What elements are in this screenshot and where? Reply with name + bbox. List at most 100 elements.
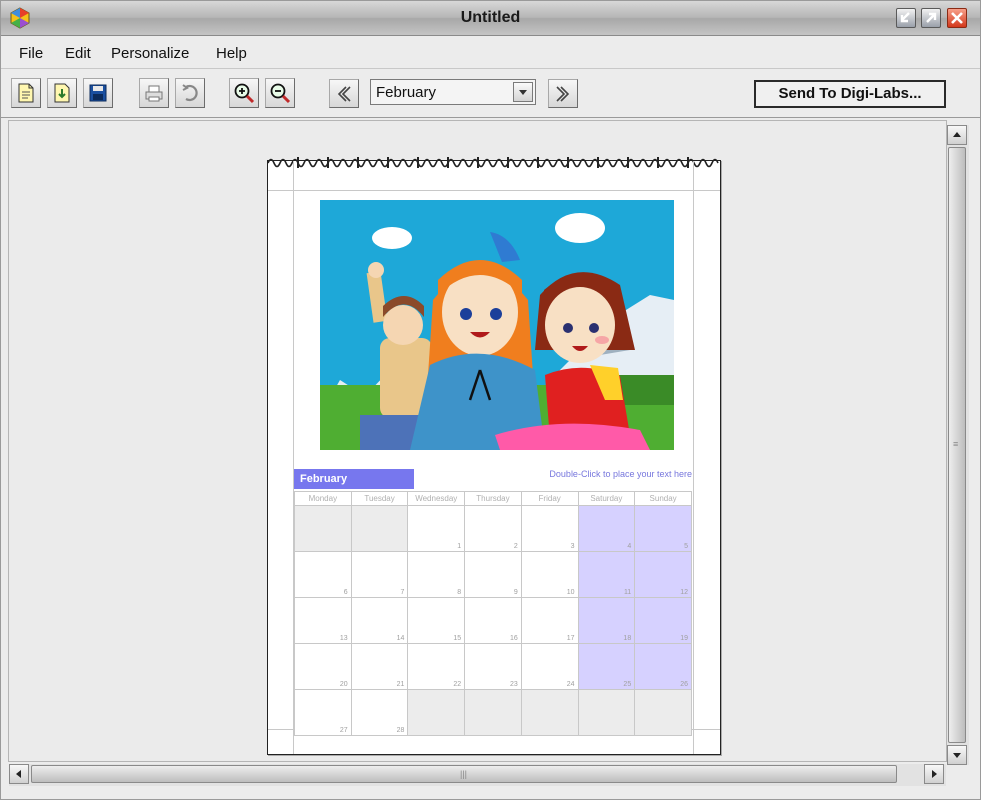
scroll-up-button[interactable] <box>947 125 967 145</box>
menu-edit[interactable]: Edit <box>65 45 91 62</box>
month-select[interactable]: February <box>370 79 536 105</box>
calendar-page[interactable]: February Double-Click to place your text… <box>267 157 721 755</box>
scroll-down-button[interactable] <box>947 745 967 765</box>
menu-personalize[interactable]: Personalize <box>111 45 189 62</box>
menu-help[interactable]: Help <box>216 45 247 62</box>
new-document-icon <box>18 83 34 103</box>
day-cell-weekend[interactable]: 25 <box>577 643 636 690</box>
day-cell[interactable]: 15 <box>407 597 466 644</box>
next-month-button[interactable] <box>548 79 578 108</box>
day-cell[interactable]: 13 <box>294 597 352 644</box>
day-cell[interactable]: 28 <box>350 689 409 736</box>
day-cell[interactable]: 10 <box>520 551 579 598</box>
minimize-icon <box>900 12 910 23</box>
title-bar: Untitled <box>1 1 980 36</box>
toolbar: February Send To Digi-Labs... <box>1 69 980 118</box>
arrow-down-icon <box>953 753 961 758</box>
day-cell[interactable]: 22 <box>407 643 466 690</box>
day-cell[interactable]: 8 <box>407 551 466 598</box>
chevron-down-icon <box>519 90 527 95</box>
cartoon-children-photo <box>320 200 674 450</box>
page-guide-right <box>693 161 694 754</box>
day-cell[interactable]: 9 <box>464 551 522 598</box>
print-icon <box>145 85 163 102</box>
vertical-scroll-thumb[interactable]: ≡ <box>948 147 966 743</box>
previous-month-button[interactable] <box>329 79 359 108</box>
month-select-value: February <box>376 84 437 101</box>
day-cell-weekend[interactable]: 4 <box>577 505 636 552</box>
day-cell[interactable]: 21 <box>350 643 409 690</box>
previous-month-icon <box>337 86 351 102</box>
day-cell-empty <box>464 689 522 736</box>
day-cell-empty <box>350 505 409 552</box>
day-cell-weekend[interactable]: 19 <box>634 597 692 644</box>
day-cell-empty <box>520 689 579 736</box>
zoom-in-button[interactable] <box>229 78 259 108</box>
menu-bar: File Edit Personalize Help <box>1 36 980 69</box>
weekday-header: Thursday <box>464 491 522 506</box>
minimize-button[interactable] <box>896 8 916 28</box>
day-cell-empty <box>294 505 352 552</box>
zoom-in-icon <box>234 83 255 104</box>
weekday-header: Saturday <box>577 491 636 506</box>
horizontal-scroll-thumb[interactable]: ||| <box>31 765 897 783</box>
save-disk-icon <box>89 84 107 102</box>
day-cell[interactable]: 14 <box>350 597 409 644</box>
undo-button[interactable] <box>175 78 205 108</box>
day-cell-empty <box>407 689 466 736</box>
open-button[interactable] <box>47 78 77 108</box>
maximize-button[interactable] <box>921 8 941 28</box>
app-window: Untitled File Edit Personalize Help Febr… <box>0 0 981 800</box>
send-to-digi-labs-button[interactable]: Send To Digi-Labs... <box>754 80 946 108</box>
day-cell[interactable]: 1 <box>407 505 466 552</box>
calendar-grid: Monday Tuesday Wednesday Thursday Friday… <box>294 491 692 736</box>
scroll-right-button[interactable] <box>924 764 944 784</box>
save-button[interactable] <box>83 78 113 108</box>
day-cell[interactable]: 23 <box>464 643 522 690</box>
day-cell-weekend[interactable]: 11 <box>577 551 636 598</box>
weekday-header: Sunday <box>634 491 692 506</box>
zoom-out-icon <box>270 83 291 104</box>
day-cell[interactable]: 3 <box>520 505 579 552</box>
day-cell[interactable]: 20 <box>294 643 352 690</box>
day-cell[interactable]: 24 <box>520 643 579 690</box>
day-cell-weekend[interactable]: 12 <box>634 551 692 598</box>
zoom-out-button[interactable] <box>265 78 295 108</box>
menu-file[interactable]: File <box>19 45 43 62</box>
day-cell[interactable]: 2 <box>464 505 522 552</box>
calendar-photo[interactable] <box>320 200 674 450</box>
spiral-binding <box>268 157 719 168</box>
vertical-scrollbar[interactable]: ≡ <box>947 125 969 765</box>
scroll-left-button[interactable] <box>9 764 29 784</box>
weekday-header: Wednesday <box>407 491 466 506</box>
month-title[interactable]: February <box>294 469 414 489</box>
day-cell-weekend[interactable]: 5 <box>634 505 692 552</box>
weekday-header: Tuesday <box>350 491 409 506</box>
next-month-icon <box>556 86 570 102</box>
caption-text[interactable]: Double-Click to place your text here <box>478 469 692 479</box>
day-cell[interactable]: 16 <box>464 597 522 644</box>
arrow-right-icon <box>932 770 937 778</box>
arrow-up-icon <box>953 132 961 137</box>
day-cell[interactable]: 17 <box>520 597 579 644</box>
undo-icon <box>182 84 198 102</box>
calendar-canvas: February Double-Click to place your text… <box>8 120 947 762</box>
day-cell[interactable]: 6 <box>294 551 352 598</box>
open-document-icon <box>54 83 70 103</box>
print-button[interactable] <box>139 78 169 108</box>
day-cell-weekend[interactable]: 26 <box>634 643 692 690</box>
maximize-icon <box>926 12 937 23</box>
day-cell-empty <box>634 689 692 736</box>
close-button[interactable] <box>947 8 967 28</box>
day-cell[interactable]: 7 <box>350 551 409 598</box>
page-guide-top <box>268 190 720 191</box>
close-icon <box>951 12 963 24</box>
day-cell[interactable]: 27 <box>294 689 352 736</box>
weekday-header: Friday <box>520 491 579 506</box>
horizontal-scrollbar[interactable]: ||| <box>9 764 946 786</box>
new-button[interactable] <box>11 78 41 108</box>
window-title: Untitled <box>460 9 521 26</box>
day-cell-weekend[interactable]: 18 <box>577 597 636 644</box>
month-dropdown-button[interactable] <box>513 82 533 102</box>
grip-icon: ||| <box>460 769 468 779</box>
